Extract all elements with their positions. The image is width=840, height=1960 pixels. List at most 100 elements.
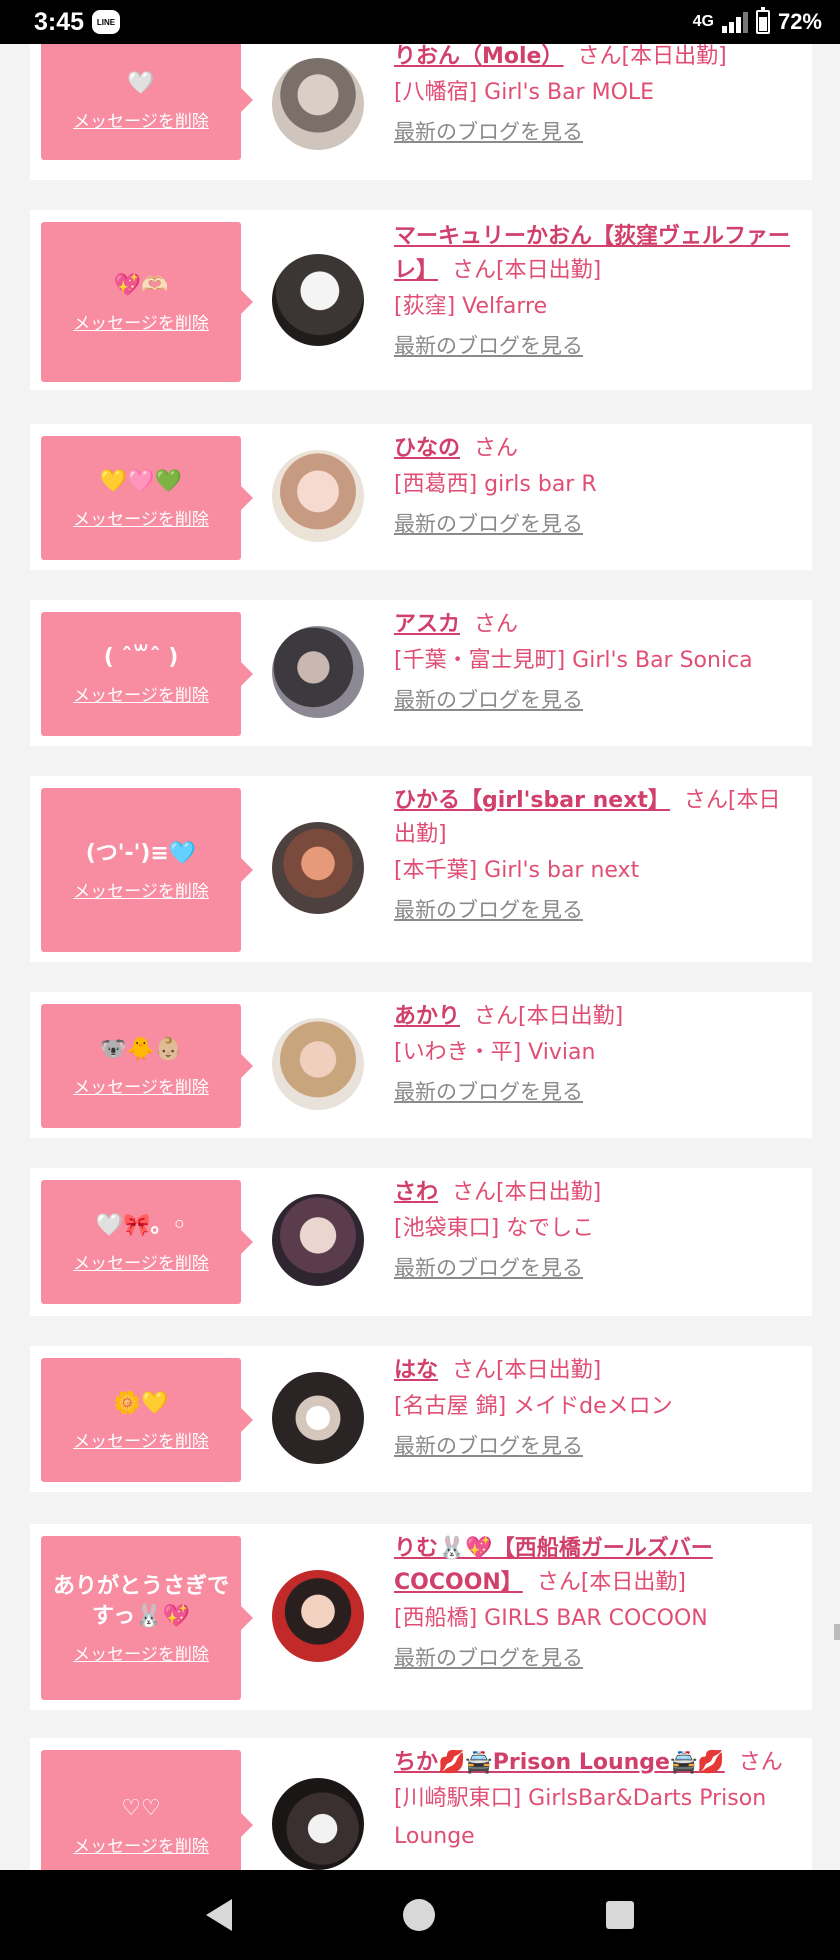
shop-name: [いわき・平] Vivian [394,1040,596,1065]
message-text: ( ˆ꒳ˆ ) [103,644,179,670]
cast-name-link[interactable]: ひなの [394,436,460,461]
shop-name: [本千葉] Girl's bar next [394,858,640,883]
latest-blog-link[interactable]: 最新のブログを見る [394,1072,802,1112]
shop-name: [西船橋] GIRLS BAR COCOON [394,1606,708,1631]
delete-message-link[interactable]: メッセージを削除 [73,1832,209,1857]
avatar[interactable] [272,1372,364,1464]
delete-message-link[interactable]: メッセージを削除 [73,309,209,334]
latest-blog-link[interactable]: 最新のブログを見る [394,890,802,930]
item-info: あかり さん[本日出勤] [いわき・平] Vivian 最新のブログを見る [394,1000,802,1112]
message-list: 🤍 メッセージを削除 りおん（Mole） さん[本日出勤] [八幡宿] Girl'… [0,44,840,1870]
network-type: 4G [692,13,714,30]
list-item: 🤍🎀。◦ メッセージを削除 さわ さん[本日出勤] [池袋東口] なでしこ 最新の… [30,1168,812,1316]
shop-name: [西葛西] girls bar R [394,472,597,497]
avatar[interactable] [272,822,364,914]
cast-name-link[interactable]: りおん（Mole） [394,44,563,69]
list-item: ( ˆ꒳ˆ ) メッセージを削除 アスカ さん [千葉・富士見町] Girl's … [30,600,812,746]
list-item: 🌼💛 メッセージを削除 はな さん[本日出勤] [名古屋 錦] メイドdeメロン … [30,1346,812,1492]
name-line: さわ さん[本日出勤] [394,1176,802,1210]
item-info: はな さん[本日出勤] [名古屋 錦] メイドdeメロン 最新のブログを見る [394,1354,802,1466]
battery-icon [755,7,770,34]
item-info: ひかる【girl'sbar next】 さん[本日出勤] [本千葉] Girl's… [394,784,802,930]
delete-message-link[interactable]: メッセージを削除 [73,505,209,530]
message-bubble: 🤍🎀。◦ メッセージを削除 [41,1180,253,1304]
list-item: 🐨🐥👶🏼 メッセージを削除 あかり さん[本日出勤] [いわき・平] Vivian… [30,992,812,1138]
shop-name: [荻窪] Velfarre [394,294,548,319]
signal-icon [721,11,748,33]
name-line: マーキュリーかおん【荻窪ヴェルファーレ】 さん[本日出勤] [394,220,802,288]
name-line: りむ🐰💖【西船橋ガールズバーCOCOON】 さん[本日出勤] [394,1532,802,1600]
cast-name-link[interactable]: ひかる【girl'sbar next】 [394,788,670,813]
status-time: 3:45 [34,7,85,36]
message-text: 🤍🎀。◦ [95,1212,187,1238]
shop-name: [千葉・富士見町] Girl's Bar Sonica [394,648,753,673]
cast-name-link[interactable]: あかり [394,1004,460,1029]
message-text: 🌼💛 [113,1390,169,1416]
message-bubble: (つ'-')≡🩵 メッセージを削除 [41,788,253,952]
item-info: マーキュリーかおん【荻窪ヴェルファーレ】 さん[本日出勤] [荻窪] Velfar… [394,220,802,366]
name-line: アスカ さん [394,608,802,642]
name-line: はな さん[本日出勤] [394,1354,802,1388]
name-suffix: さん[本日出勤] [474,1004,624,1029]
latest-blog-link[interactable]: 最新のブログを見る [394,504,802,544]
delete-message-link[interactable]: メッセージを削除 [73,1427,209,1452]
item-info: ひなの さん [西葛西] girls bar R 最新のブログを見る [394,432,802,544]
status-bar: 3:45 LINE 4G 72% [0,0,840,44]
cast-name-link[interactable]: アスカ [394,612,460,637]
delete-message-link[interactable]: メッセージを削除 [73,1073,209,1098]
latest-blog-link[interactable]: 最新のブログを見る [394,1426,802,1466]
name-suffix: さん [474,612,519,637]
name-line: りおん（Mole） さん[本日出勤] [394,44,802,74]
delete-message-link[interactable]: メッセージを削除 [73,1640,209,1665]
name-line: あかり さん[本日出勤] [394,1000,802,1034]
name-suffix: さん [738,1750,783,1775]
list-item: ♡♡ メッセージを削除 ちか💋🚔Prison Lounge🚔💋 さん [川崎駅東口… [30,1738,812,1870]
name-suffix: さん[本日出勤] [452,258,602,283]
avatar[interactable] [272,1778,364,1870]
name-line: ひかる【girl'sbar next】 さん[本日出勤] [394,784,802,852]
shop-name: [池袋東口] なでしこ [394,1216,595,1241]
name-suffix: さん[本日出勤] [452,1180,602,1205]
item-info: りおん（Mole） さん[本日出勤] [八幡宿] Girl's Bar MOLE … [394,44,802,152]
avatar[interactable] [272,1570,364,1662]
message-bubble: ( ˆ꒳ˆ ) メッセージを削除 [41,612,253,736]
name-suffix: さん [474,436,519,461]
item-info: りむ🐰💖【西船橋ガールズバーCOCOON】 さん[本日出勤] [西船橋] GIRL… [394,1532,802,1678]
delete-message-link[interactable]: メッセージを削除 [73,107,209,132]
list-item: 💖🫶🏻 メッセージを削除 マーキュリーかおん【荻窪ヴェルファーレ】 さん[本日出勤… [30,210,812,390]
message-text: 🤍 [127,70,155,96]
cast-name-link[interactable]: はな [394,1358,438,1383]
recents-icon[interactable] [606,1901,635,1929]
delete-message-link[interactable]: メッセージを削除 [73,1249,209,1274]
scrollbar-indicator[interactable] [834,1624,840,1640]
avatar[interactable] [272,1018,364,1110]
home-icon[interactable] [402,1899,435,1931]
message-bubble: 💖🫶🏻 メッセージを削除 [41,222,253,382]
name-suffix: さん[本日出勤] [536,1570,686,1595]
avatar[interactable] [272,450,364,542]
message-text: 💛🩷💚 [99,468,183,494]
latest-blog-link[interactable]: 最新のブログを見る [394,1638,802,1678]
avatar[interactable] [272,1194,364,1286]
battery-level: 72% [777,9,822,34]
item-info: ちか💋🚔Prison Lounge🚔💋 さん [川崎駅東口] GirlsBar&D… [394,1746,802,1856]
name-line: ひなの さん [394,432,802,466]
latest-blog-link[interactable]: 最新のブログを見る [394,326,802,366]
latest-blog-link[interactable]: 最新のブログを見る [394,112,802,152]
delete-message-link[interactable]: メッセージを削除 [73,877,209,902]
name-suffix: さん[本日出勤] [577,44,727,69]
status-left: 3:45 LINE [34,7,121,37]
latest-blog-link[interactable]: 最新のブログを見る [394,1248,802,1288]
back-icon[interactable] [205,1899,232,1931]
shop-name: [名古屋 錦] メイドdeメロン [394,1394,673,1419]
shop-name: [川崎駅東口] GirlsBar&Darts Prison Lounge [394,1786,767,1849]
cast-name-link[interactable]: さわ [394,1180,438,1205]
avatar[interactable] [272,58,364,150]
message-bubble: 🌼💛 メッセージを削除 [41,1358,253,1482]
delete-message-link[interactable]: メッセージを削除 [73,681,209,706]
avatar[interactable] [272,626,364,718]
name-suffix: さん[本日出勤] [452,1358,602,1383]
cast-name-link[interactable]: ちか💋🚔Prison Lounge🚔💋 [394,1750,725,1775]
avatar[interactable] [272,254,364,346]
latest-blog-link[interactable]: 最新のブログを見る [394,680,802,720]
